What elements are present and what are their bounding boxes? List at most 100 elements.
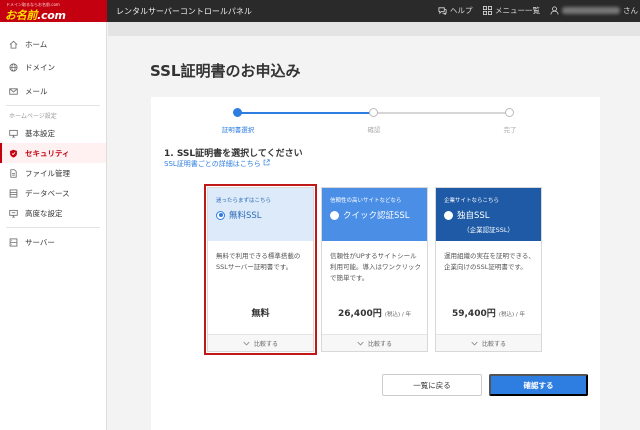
sidebar-item-advanced-settings[interactable]: 高度な設定 [0, 203, 106, 223]
plan-price-unit: (税込) / 年 [498, 312, 526, 318]
radio-button-selected[interactable] [216, 210, 225, 220]
radio-button[interactable] [330, 210, 339, 220]
sidebar-item-mail[interactable]: メール [0, 81, 106, 101]
compare-toggle[interactable]: 比較する [322, 334, 427, 351]
compare-label: 比較する [367, 340, 392, 348]
settings-monitor-icon [9, 209, 18, 217]
plan-card-header: 企業サイトならこちら 独自SSL （企業認証SSL） [436, 188, 541, 241]
section-title: 1. SSL証明書を選択してください [164, 149, 303, 159]
top-bar: ドメイン取るならお名前.com お名前.com レンタルサーバーコントロールパネ… [0, 0, 640, 22]
sidebar-item-label: サーバー [25, 237, 55, 247]
ssl-details-link-label: SSL証明書ごとの詳細はこちら [164, 160, 261, 168]
menu-list-link[interactable]: メニュー一覧 [483, 5, 540, 16]
sidebar-item-security[interactable]: セキュリティ [0, 143, 106, 163]
user-icon [550, 6, 559, 15]
plan-price: 59,400円 (税込) / 年 [436, 306, 541, 319]
compare-toggle[interactable]: 比較する [436, 334, 541, 351]
plan-description: 信頼性がUPするサイトシール利用可能。導入はワンクリックで簡単です。 [330, 252, 421, 282]
sidebar-item-file-manager[interactable]: ファイル管理 [0, 163, 106, 183]
sidebar-item-basic-settings[interactable]: 基本設定 [0, 123, 106, 143]
sidebar-item-label: ドメイン [25, 62, 55, 72]
sidebar-item-label: メール [25, 86, 48, 96]
chevron-down-icon [243, 341, 250, 345]
sidebar: ホーム ドメイン メール ホームページ設定 基本設定 セキュリティ ファイル管理… [0, 22, 107, 430]
plan-tagline: 信頼性の高いサイトなどなら [330, 198, 402, 204]
chevron-down-icon [471, 341, 478, 345]
plan-price-value: 無料 [251, 309, 270, 319]
server-icon [9, 237, 18, 247]
logo-main-text: お名前 [5, 9, 38, 22]
compare-label: 比較する [253, 340, 278, 348]
sidebar-item-label: ファイル管理 [25, 168, 70, 178]
step-label-complete: 完了 [503, 126, 517, 134]
help-link[interactable]: ヘルプ [438, 5, 473, 16]
confirm-button[interactable]: 確認する [489, 374, 588, 396]
step-dot-complete [505, 108, 514, 117]
step-dot-confirm [369, 108, 378, 117]
plan-card-header: 迷ったらまずはこちら 無料SSL [208, 188, 313, 241]
plan-name-label: クイック認証SSL [343, 211, 410, 221]
user-suffix: さん [623, 6, 638, 15]
sidebar-item-label: データベース [25, 188, 70, 198]
sidebar-item-label: ホーム [25, 39, 48, 49]
radio-button[interactable] [444, 210, 453, 220]
plan-tagline: 迷ったらまずはこちら [216, 198, 272, 204]
globe-icon [9, 62, 18, 72]
plan-price-value: 59,400円 [451, 309, 496, 319]
plan-tagline: 企業サイトならこちら [444, 198, 500, 204]
sidebar-item-label: 基本設定 [25, 128, 55, 138]
shield-icon [10, 149, 17, 157]
user-menu[interactable]: さん [550, 5, 638, 16]
ssl-application-panel: 証明書選択 確認 完了 1. SSL証明書を選択してください SSL証明書ごとの… [151, 97, 600, 430]
back-to-list-button[interactable]: 一覧に戻る [382, 374, 482, 396]
home-icon [9, 40, 18, 49]
plan-price-unit: (税込) / 年 [384, 312, 412, 318]
plan-card-organization-ssl[interactable]: 企業サイトならこちら 独自SSL （企業認証SSL） 運用組織の実在を証明できる… [435, 187, 542, 352]
plan-subname: （企業認証SSL） [463, 226, 514, 234]
chevron-down-icon [357, 341, 364, 345]
sidebar-divider [6, 227, 100, 228]
sidebar-item-label: セキュリティ [25, 148, 70, 158]
app-title: レンタルサーバーコントロールパネル [116, 7, 252, 16]
stepper-line [373, 112, 510, 114]
plan-name-label: 無料SSL [229, 211, 262, 221]
plan-card-quick-ssl[interactable]: 信頼性の高いサイトなどなら クイック認証SSL 信頼性がUPするサイトシール利用… [321, 187, 428, 352]
compare-label: 比較する [481, 340, 506, 348]
help-label: ヘルプ [450, 6, 473, 15]
page-title: SSL証明書のお申込み [150, 62, 301, 80]
sidebar-item-home[interactable]: ホーム [0, 34, 106, 54]
stepper-line-active [238, 112, 373, 114]
sidebar-section-label: ホームページ設定 [9, 113, 57, 120]
plan-card-header: 信頼性の高いサイトなどなら クイック認証SSL [322, 188, 427, 241]
plan-card-free-ssl[interactable]: 迷ったらまずはこちら 無料SSL 無料で利用できる標準搭載のSSLサーバー証明書… [207, 187, 314, 352]
compare-toggle[interactable]: 比較する [208, 334, 313, 351]
menu-label: メニュー一覧 [495, 6, 540, 15]
logo-dom-text: .com [37, 9, 66, 22]
sidebar-item-server[interactable]: サーバー [0, 232, 106, 252]
plan-name: 無料SSL [216, 209, 262, 221]
onamae-logo[interactable]: ドメイン取るならお名前.com お名前.com [0, 0, 107, 22]
database-icon [9, 188, 18, 198]
plan-price: 無料 [208, 306, 313, 319]
plan-price-value: 26,400円 [337, 309, 382, 319]
plan-name: 独自SSL [444, 209, 490, 221]
external-link-icon [263, 159, 270, 166]
sidebar-item-database[interactable]: データベース [0, 183, 106, 203]
step-label-select: 証明書選択 [221, 126, 255, 134]
plan-name: クイック認証SSL [330, 209, 410, 221]
ssl-details-link[interactable]: SSL証明書ごとの詳細はこちら [164, 159, 270, 169]
step-label-confirm: 確認 [367, 126, 381, 134]
plan-description: 運用組織の実在を証明できる、企業向けのSSL証明書です。 [444, 252, 535, 271]
plan-name-label: 独自SSL [457, 211, 490, 221]
plan-description: 無料で利用できる標準搭載のSSLサーバー証明書です。 [216, 252, 301, 271]
user-name-redacted [562, 7, 620, 14]
sidebar-divider [6, 105, 100, 106]
content-top-strip [108, 22, 640, 36]
plan-price: 26,400円 (税込) / 年 [322, 306, 427, 319]
sidebar-item-domain[interactable]: ドメイン [0, 57, 106, 77]
file-icon [10, 168, 17, 178]
logo-wordmark: お名前.com [5, 7, 66, 23]
help-icon [438, 7, 447, 15]
sidebar-item-label: 高度な設定 [25, 208, 63, 218]
step-dot-select [233, 108, 242, 117]
